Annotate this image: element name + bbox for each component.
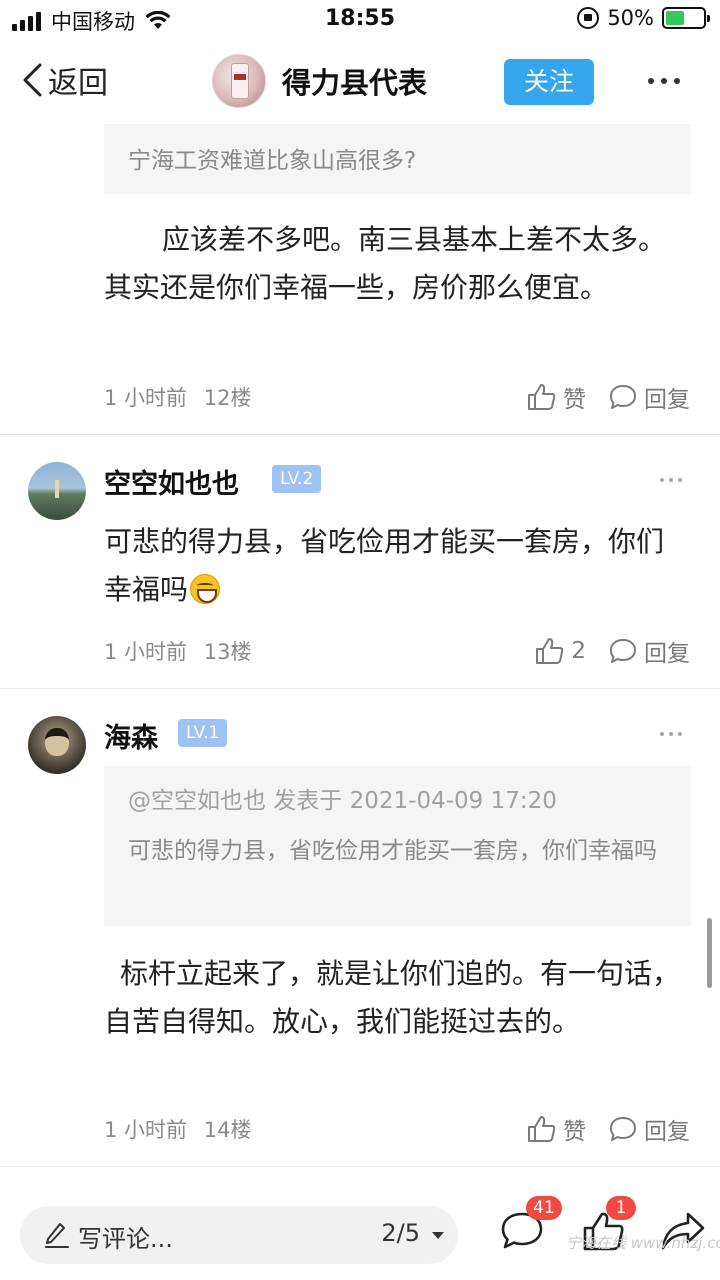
like-button[interactable]: 赞 [527, 1112, 586, 1146]
comment-count-badge: 41 [526, 1196, 562, 1220]
caret-down-icon[interactable] [432, 1232, 444, 1239]
page-title[interactable]: 得力县代表 [282, 60, 427, 102]
divider [0, 434, 720, 435]
post-actions: 2 回复 [535, 634, 690, 668]
bottom-bar: 写评论... 2/5 41 1 [0, 1180, 720, 1280]
comment-icon [610, 1117, 636, 1141]
post-actions: 赞 回复 [527, 380, 690, 414]
battery-percent: 50% [607, 6, 654, 30]
thumbs-up-icon [536, 638, 564, 664]
username[interactable]: 空空如也也 [104, 462, 239, 501]
reply-label: 回复 [644, 1119, 690, 1145]
rotation-lock-icon [577, 7, 600, 29]
like-label: 赞 [563, 1119, 586, 1145]
comment-icon [610, 385, 636, 409]
post-actions: 赞 回复 [527, 1112, 690, 1146]
more-options-icon[interactable] [648, 78, 680, 84]
status-bar: 中国移动 18:55 50% [0, 0, 720, 40]
level-badge: LV.2 [272, 465, 322, 493]
level-badge: LV.1 [178, 719, 228, 747]
post-body-text: 可悲的得力县，省吃俭用才能买一套房，你们幸福吗 [104, 525, 665, 606]
comment-placeholder: 写评论... [78, 1225, 173, 1253]
watermark: 宁海在线 www.nhzj.com [566, 1234, 720, 1252]
post-body: 标杆立起来了，就是让你们追的。有一句话，自苦自得知。放心，我们能挺过去的。 [104, 957, 681, 1038]
post-body: 应该差不多吧。南三县基本上差不太多。其实还是你们幸福一些，房价那么便宜。 [104, 223, 667, 304]
like-count: 2 [571, 638, 586, 664]
quoted-text: 可悲的得力县，省吃俭用才能买一套房，你们幸福吗 [128, 838, 657, 864]
floor-number: 13楼 [203, 640, 252, 664]
reply-label: 回复 [644, 641, 690, 667]
post-time: 1 小时前 [104, 1118, 188, 1142]
comments-button[interactable]: 41 [500, 1196, 562, 1256]
reply-button[interactable]: 回复 [608, 634, 690, 668]
like-label: 赞 [563, 387, 586, 413]
post-meta: 1 小时前 14楼 [104, 1114, 251, 1144]
author-avatar[interactable] [212, 54, 266, 108]
post-body: 可悲的得力县，省吃俭用才能买一套房，你们幸福吗 [104, 518, 684, 614]
like-count-badge: 1 [606, 1196, 636, 1220]
reply-label: 回复 [644, 387, 690, 413]
quote-header: @空空如也也 发表于 2021-04-09 17:20 [128, 788, 557, 814]
floor-number: 14楼 [203, 1118, 252, 1142]
quoted-post: 宁海工资难道比象山高很多? [104, 124, 691, 194]
page-indicator[interactable]: 2/5 [381, 1219, 420, 1247]
reply-button[interactable]: 回复 [608, 1112, 690, 1146]
avatar[interactable] [28, 462, 86, 520]
post-time: 1 小时前 [104, 640, 188, 664]
thumbs-up-icon [528, 1116, 556, 1142]
floor-number: 12楼 [203, 386, 252, 410]
comment-icon [610, 639, 636, 663]
post-time: 1 小时前 [104, 386, 188, 410]
chevron-left-icon [23, 63, 42, 97]
like-button[interactable]: 2 [535, 637, 586, 665]
post-more-icon[interactable] [660, 732, 682, 736]
battery-level [666, 11, 684, 25]
post-meta: 1 小时前 13楼 [104, 636, 251, 666]
laughing-emoji-icon [190, 574, 221, 604]
pen-icon [45, 1223, 69, 1248]
back-button[interactable]: 返回 [20, 58, 108, 102]
username[interactable]: 海森 [104, 716, 158, 755]
follow-button[interactable]: 关注 [504, 59, 594, 105]
thumbs-up-icon [528, 384, 556, 410]
post-more-icon[interactable] [660, 478, 682, 482]
post-meta: 1 小时前 12楼 [104, 382, 251, 412]
comment-input[interactable]: 写评论... 2/5 [20, 1206, 458, 1264]
scrollbar[interactable] [707, 918, 712, 988]
back-label: 返回 [48, 66, 108, 101]
quoted-post: @空空如也也 发表于 2021-04-09 17:20 可悲的得力县，省吃俭用才… [104, 766, 691, 926]
reply-button[interactable]: 回复 [608, 380, 690, 414]
divider [0, 688, 720, 689]
quoted-text: 宁海工资难道比象山高很多? [128, 148, 417, 174]
like-button[interactable]: 赞 [527, 380, 586, 414]
divider [0, 1166, 720, 1167]
avatar[interactable] [28, 716, 86, 774]
nav-bar: 返回 得力县代表 关注 [0, 44, 720, 120]
battery-icon [662, 7, 710, 29]
